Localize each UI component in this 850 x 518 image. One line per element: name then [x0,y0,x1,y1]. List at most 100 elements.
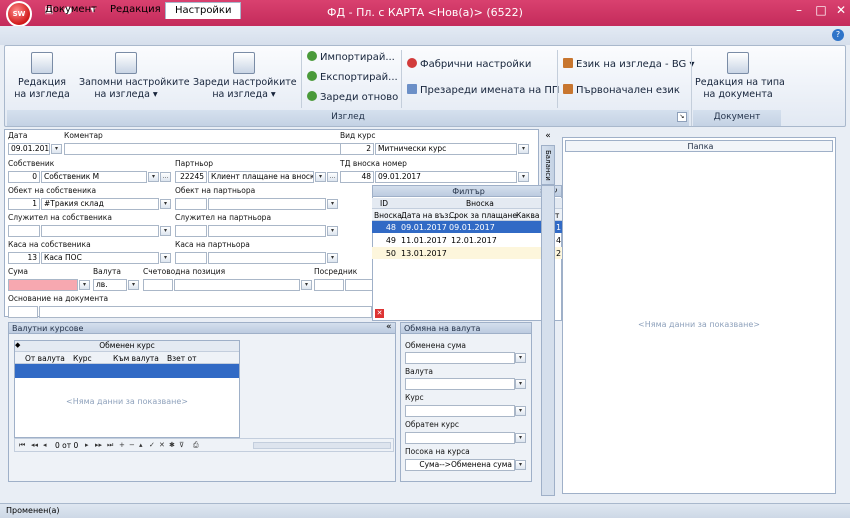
factory-settings-button[interactable]: Фабрични настройки [407,58,531,72]
col-header-to[interactable]: Към валута [113,354,159,363]
basis-input[interactable] [39,306,372,318]
partner-employee-code[interactable] [175,225,207,237]
currency-dropdown[interactable]: ▾ [128,280,139,290]
next-icon[interactable]: ▸ [85,441,89,449]
load-view-button[interactable]: Зареди настройките на изгледа ▾ [193,52,297,101]
exchanged-sum-input[interactable] [405,352,515,364]
tab-settings[interactable]: Настройки [165,2,242,19]
cancel-icon[interactable]: ✕ [159,441,165,449]
td-dropdown[interactable]: ▾ [518,172,529,182]
rate-direction-dropdown[interactable]: ▾ [515,460,526,470]
side-splitter[interactable] [541,185,555,496]
exchange-rate-input[interactable] [405,405,515,417]
partner-object-dropdown[interactable]: ▾ [327,199,338,209]
partner-cash-select[interactable] [208,252,326,264]
owner-cash-select[interactable]: Каса ПОС [41,252,159,264]
table-row[interactable]: 50 13.01.2017 2 [372,247,562,259]
owner-dropdown[interactable]: ▾ [148,172,159,182]
col-header-date[interactable]: Дата на въз... [401,211,456,220]
basis-code[interactable] [8,306,38,318]
add-icon[interactable]: + [119,441,125,449]
col-header-from[interactable]: От валута [25,354,65,363]
maximize-icon[interactable]: □ [810,3,832,21]
export-button[interactable]: Експортирай... [307,71,398,85]
partner-cash-dropdown[interactable]: ▾ [327,253,338,263]
broker-select[interactable] [345,279,375,291]
exchange-currency-select[interactable] [405,378,515,390]
filter-icon[interactable]: ⊽ [179,441,184,449]
account-dropdown[interactable]: ▾ [301,280,312,290]
print-icon[interactable]: ⎙ [193,441,199,450]
close-filter-icon[interactable]: ✕ [375,309,384,318]
edit-icon[interactable]: ▴ [139,441,143,449]
owner-employee-dropdown[interactable]: ▾ [160,226,171,236]
owner-object-dropdown[interactable]: ▾ [160,199,171,209]
td-code[interactable]: 48 [340,171,374,183]
rates-collapse-icon[interactable]: « [386,322,392,332]
side-collapse-icon[interactable]: « [541,131,555,143]
reverse-rate-input[interactable] [405,432,515,444]
table-row[interactable] [15,364,239,378]
table-row[interactable]: 49 11.01.2017 12.01.2017 4 [372,234,562,246]
owner-object-select[interactable]: #Тракия склад [41,198,159,210]
horizontal-scrollbar[interactable] [253,442,391,449]
first-page-icon[interactable]: ⏮ [19,441,25,450]
partner-object-select[interactable] [208,198,326,210]
side-tab-balances[interactable]: Баланси [541,145,555,185]
owner-select[interactable]: Собственик М [41,171,147,183]
broker-code[interactable] [314,279,344,291]
partner-browse-button[interactable]: … [327,172,338,182]
sum-dropdown[interactable]: ▾ [79,280,90,290]
comment-input[interactable] [64,143,372,155]
expand-icon[interactable]: ◆ [15,341,20,349]
exchanged-sum-dropdown[interactable]: ▾ [515,353,526,363]
currency-select[interactable]: лв. [93,279,127,291]
original-language-button[interactable]: Първоначален език [563,84,680,98]
rate-type-dropdown[interactable]: ▾ [518,144,529,154]
partner-code[interactable]: 22245 [175,171,207,183]
owner-cash-dropdown[interactable]: ▾ [160,253,171,263]
date-input[interactable]: 09.01.2017 [8,143,50,155]
col-header-installment[interactable]: Вноска [374,211,402,220]
owner-employee-select[interactable] [41,225,159,237]
account-select[interactable] [174,279,300,291]
app-logo-button[interactable]: SW [6,1,32,27]
exchange-rate-dropdown[interactable]: ▾ [515,406,526,416]
prev-icon[interactable]: ◂ [43,441,47,449]
partner-dropdown[interactable]: ▾ [315,172,326,182]
owner-cash-code[interactable]: 13 [8,252,40,264]
col-header-due[interactable]: Срок за плащане [449,211,517,220]
col-header-taken[interactable]: Взет от [167,354,196,363]
edit-view-button[interactable]: Редакция на изгледа [9,52,75,101]
owner-browse-button[interactable]: … [160,172,171,182]
reload-button[interactable]: Зареди отново [307,91,398,105]
close-icon[interactable]: ✕ [830,3,850,21]
partner-object-code[interactable] [175,198,207,210]
help-icon[interactable]: ? [832,29,844,41]
minimize-icon[interactable]: – [788,3,810,21]
rate-type-code[interactable]: 2 [340,143,374,155]
partner-employee-select[interactable] [208,225,326,237]
import-button[interactable]: Импортирай... [307,51,395,65]
partner-employee-dropdown[interactable]: ▾ [327,226,338,236]
owner-code[interactable]: 0 [8,171,40,183]
confirm-icon[interactable]: ✓ [149,441,155,449]
owner-employee-code[interactable] [8,225,40,237]
view-language-button[interactable]: Език на изгледа - BG ▾ [563,58,694,72]
tab-edit[interactable]: Редакция [101,2,170,19]
partner-select[interactable]: Клиент плащане на вноски [208,171,314,183]
date-dropdown[interactable]: ▾ [51,144,62,154]
reverse-rate-dropdown[interactable]: ▾ [515,433,526,443]
partner-cash-code[interactable] [175,252,207,264]
save-view-button[interactable]: Запомни настройките на изгледа ▾ [79,52,190,101]
exchange-currency-dropdown[interactable]: ▾ [515,379,526,389]
next-many-icon[interactable]: ▸▸ [95,441,102,449]
delete-icon[interactable]: − [129,441,135,449]
rate-direction-select[interactable]: Сума-->Обменена сума [405,459,515,471]
td-select[interactable]: 09.01.2017 [375,171,517,183]
owner-object-code[interactable]: 1 [8,198,40,210]
rate-type-select[interactable]: Митнически курс [375,143,517,155]
bookmark-icon[interactable]: ✱ [169,441,175,449]
prev-many-icon[interactable]: ◂◂ [31,441,38,449]
account-code[interactable] [143,279,173,291]
